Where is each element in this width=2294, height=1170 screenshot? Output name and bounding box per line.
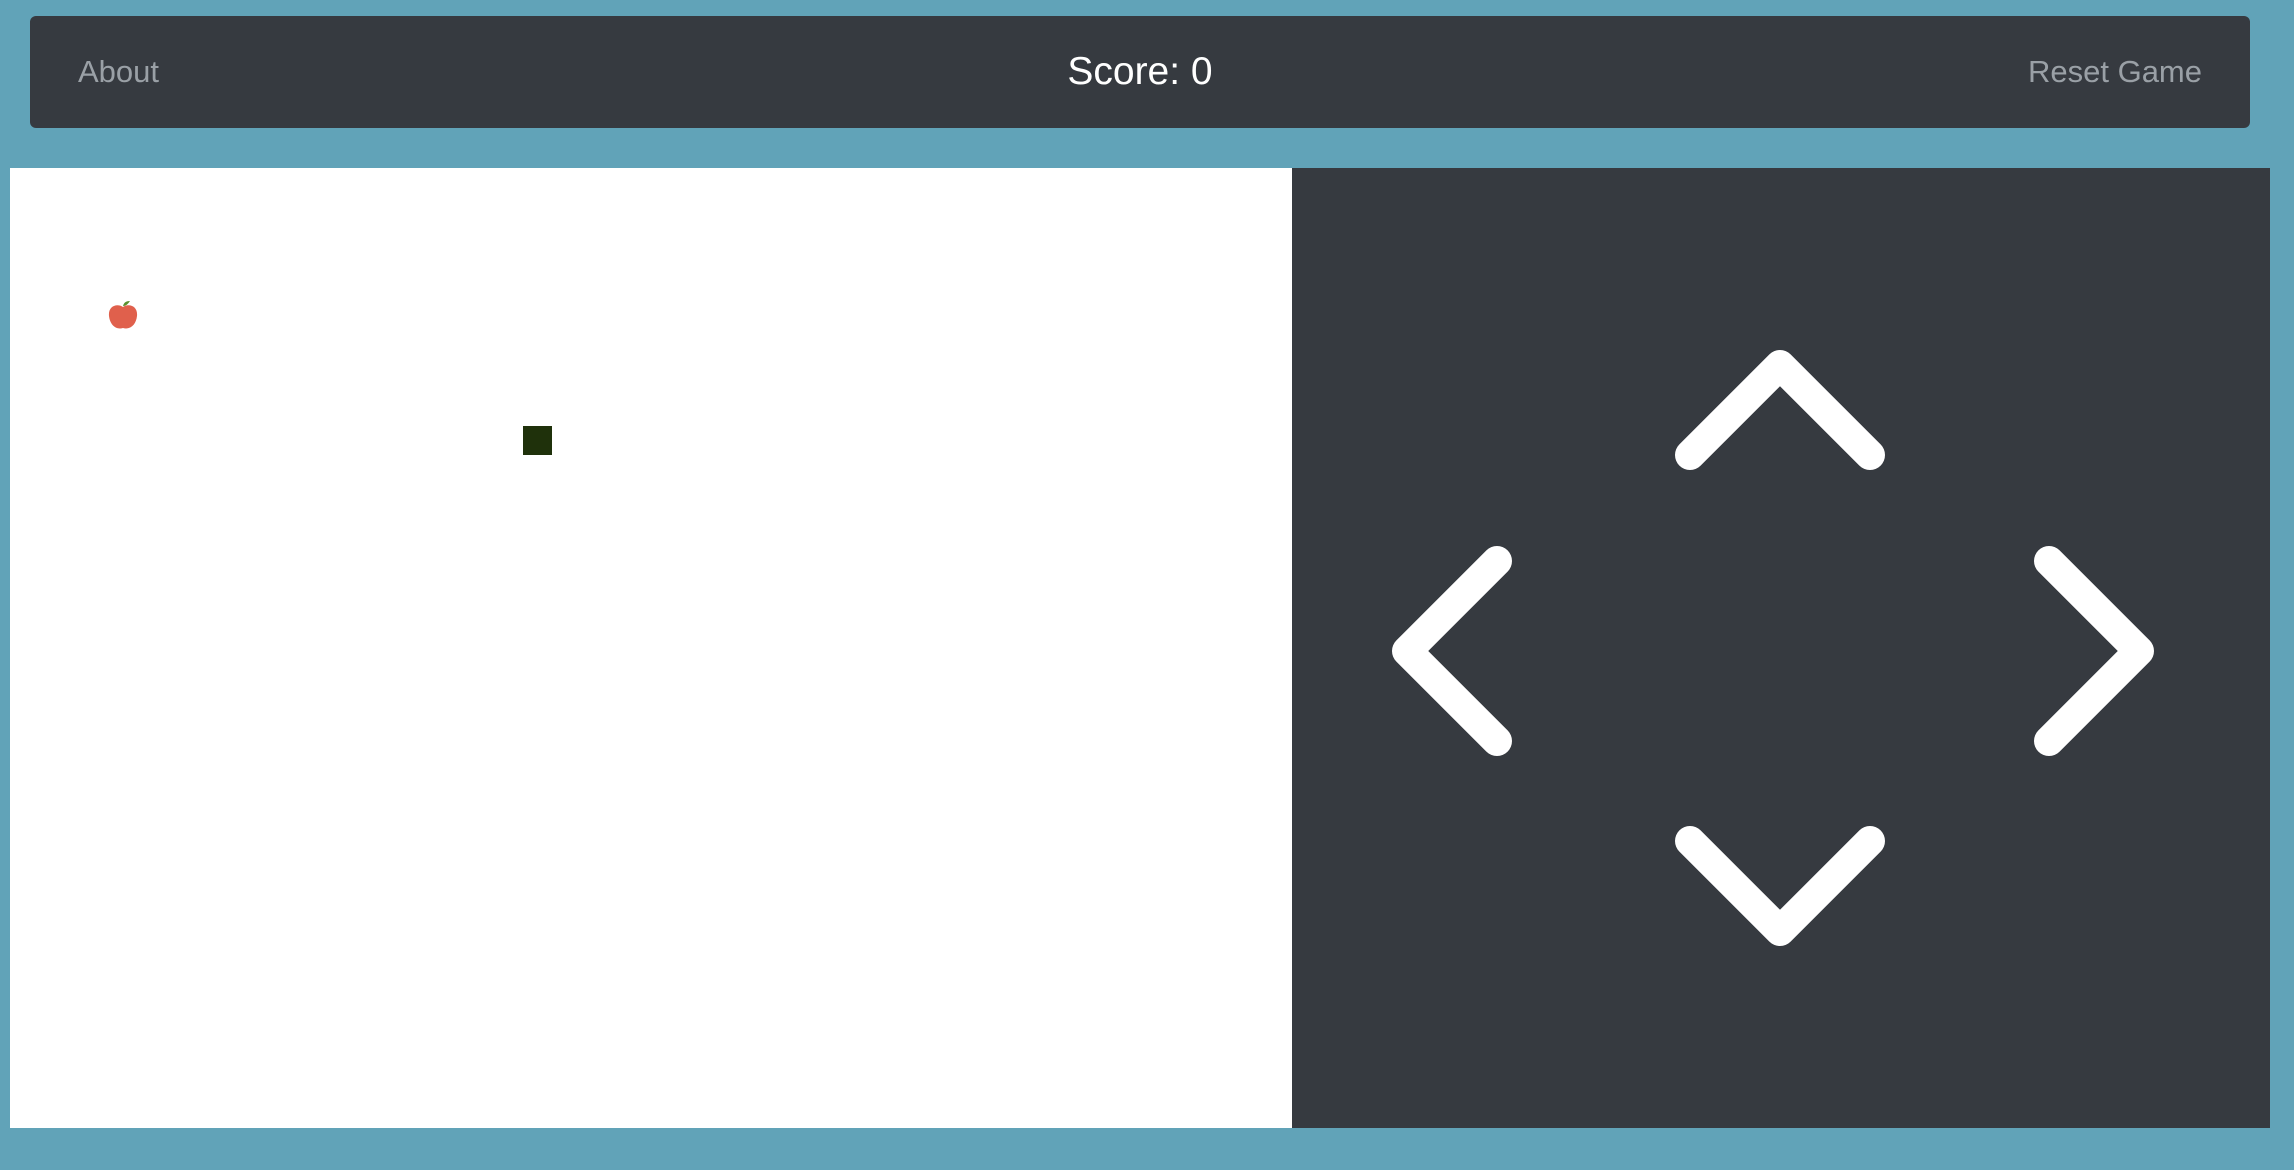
- score-label: Score:: [1067, 50, 1181, 93]
- game-board: [10, 168, 1292, 1128]
- chevron-up-icon[interactable]: [1675, 350, 1885, 470]
- chevron-right-icon[interactable]: [2034, 546, 2154, 756]
- score-value: 0: [1190, 50, 1213, 93]
- top-navbar: About Score: 0 Reset Game: [30, 16, 2250, 128]
- about-link[interactable]: About: [78, 54, 159, 90]
- score-display: Score: 0: [1067, 50, 1212, 94]
- direction-controls: [1292, 168, 2270, 1128]
- chevron-down-icon[interactable]: [1675, 826, 1885, 946]
- reset-game-link[interactable]: Reset Game: [2028, 54, 2202, 90]
- snake-head: [523, 426, 552, 455]
- apple-icon: [106, 298, 140, 332]
- apple-icon-graphic: [108, 301, 138, 329]
- left-arrow-graphic: [1392, 546, 1512, 756]
- right-arrow-graphic: [2034, 546, 2154, 756]
- chevron-left-icon[interactable]: [1392, 546, 1512, 756]
- down-arrow-graphic: [1675, 826, 1885, 946]
- apple-leaf: [123, 301, 130, 306]
- up-arrow-graphic: [1675, 350, 1885, 470]
- apple-body: [108, 305, 138, 329]
